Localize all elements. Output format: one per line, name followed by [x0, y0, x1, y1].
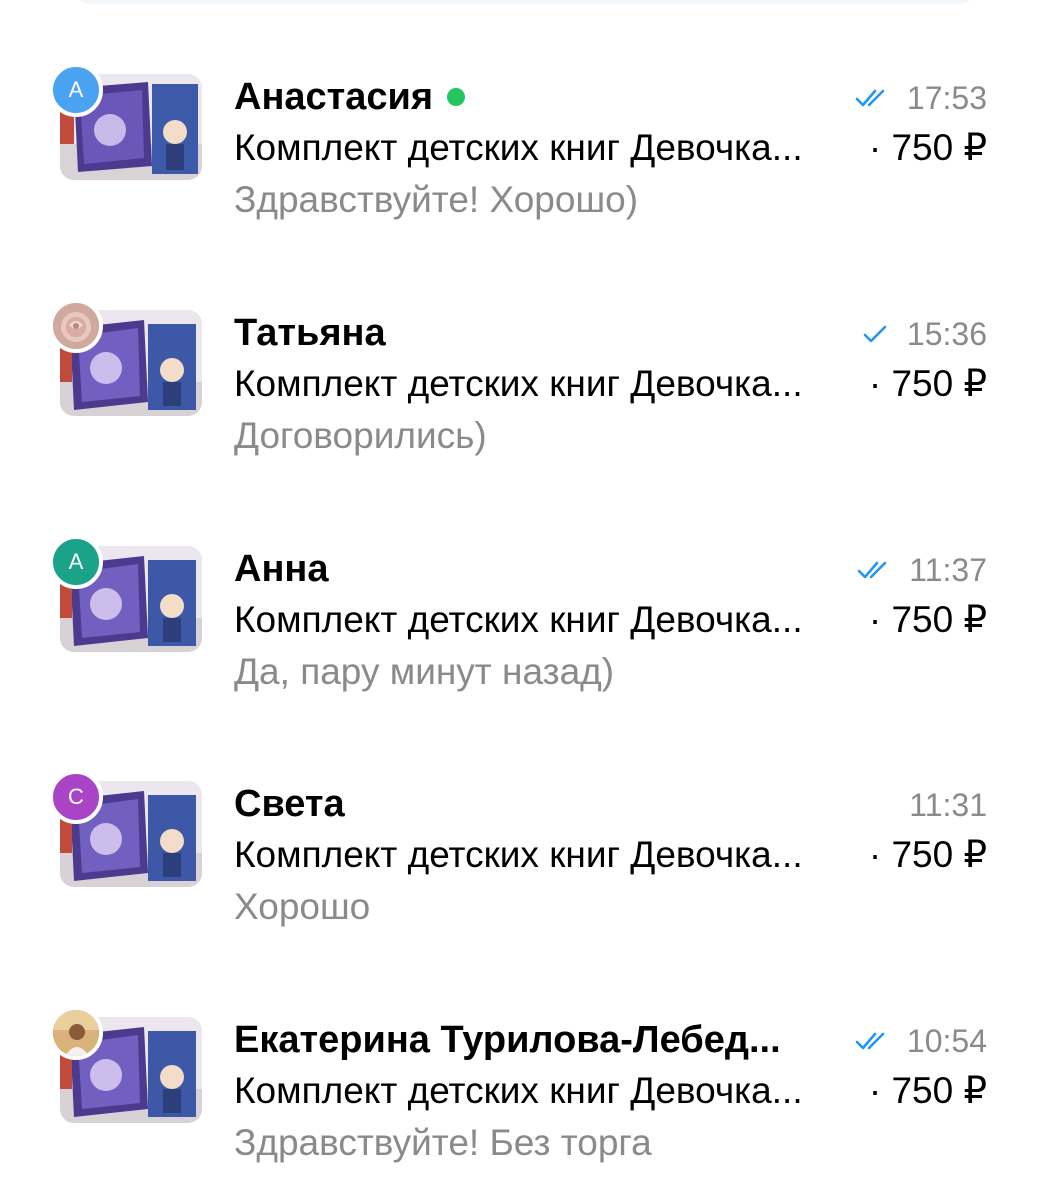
chat-item[interactable]: А Анна 11:37 Комплект детских книг Девоч… — [0, 535, 1049, 706]
last-message: Договорились) — [234, 415, 487, 456]
product-row: Комплект детских книг Девочка... · 750 ₽ — [234, 831, 987, 879]
message-meta: 11:37 — [857, 550, 987, 590]
chat-item[interactable]: С Света 11:31 Комплект детских книг Дево… — [0, 770, 1049, 941]
message-time: 11:37 — [909, 552, 987, 588]
chat-item[interactable]: Екатерина Турилова-Лебед... 10:54 Компле… — [0, 1006, 1049, 1177]
avatar: А — [49, 63, 103, 117]
product-row: Комплект детских книг Девочка... · 750 ₽ — [234, 1067, 987, 1115]
product-row: Комплект детских книг Девочка... · 750 ₽ — [234, 360, 987, 408]
last-message: Хорошо — [234, 886, 371, 927]
chat-item[interactable]: Татьяна 15:36 Комплект детских книг Дево… — [0, 299, 1049, 470]
message-time: 10:54 — [906, 1023, 987, 1059]
product-price: · 750 ₽ — [868, 363, 987, 404]
product-title: Комплект детских книг Девочка... — [234, 1070, 803, 1111]
rose-photo-icon — [53, 303, 99, 349]
message-meta: 15:36 — [863, 314, 987, 354]
message-time: 17:53 — [906, 80, 987, 116]
contact-name-text: Анастасия — [234, 76, 434, 118]
contact-name: Анна — [234, 546, 328, 592]
double-check-icon — [855, 1031, 889, 1051]
product-title: Комплект детских книг Девочка... — [234, 363, 803, 404]
product-row: Комплект детских книг Девочка... · 750 ₽ — [234, 596, 987, 644]
contact-name: Татьяна — [234, 310, 386, 356]
message-meta: 10:54 — [855, 1021, 987, 1061]
avatar — [49, 299, 103, 353]
chat-item[interactable]: А Анастасия 17:53 Комплект детских книг … — [0, 63, 1049, 234]
last-message: Здравствуйте! Без торга — [234, 1122, 652, 1163]
user-photo-icon — [53, 1010, 99, 1056]
product-row: Комплект детских книг Девочка... · 750 ₽ — [234, 124, 987, 172]
last-message: Здравствуйте! Хорошо) — [234, 179, 639, 220]
product-price: · 750 ₽ — [868, 1070, 987, 1111]
avatar — [49, 1006, 103, 1060]
double-check-icon — [855, 88, 889, 108]
message-meta: 17:53 — [855, 78, 987, 118]
single-check-icon — [863, 324, 889, 344]
contact-name-text: Екатерина Турилова-Лебед... — [234, 1019, 781, 1061]
product-price: · 750 ₽ — [868, 834, 987, 875]
product-price: · 750 ₽ — [868, 127, 987, 168]
product-price: · 750 ₽ — [868, 599, 987, 640]
message-time: 15:36 — [906, 316, 987, 352]
contact-name-text: Анна — [234, 548, 329, 590]
product-title: Комплект детских книг Девочка... — [234, 834, 803, 875]
avatar: А — [49, 535, 103, 589]
double-check-icon — [857, 560, 891, 580]
chat-list: А Анастасия 17:53 Комплект детских книг … — [0, 0, 1049, 1200]
contact-name: Екатерина Турилова-Лебед... — [234, 1017, 781, 1063]
avatar: С — [49, 770, 103, 824]
product-title: Комплект детских книг Девочка... — [234, 127, 803, 168]
contact-name-text: Татьяна — [234, 312, 386, 354]
contact-name: Света — [234, 781, 345, 827]
message-time: 11:31 — [909, 787, 987, 823]
product-title: Комплект детских книг Девочка... — [234, 599, 803, 640]
message-meta: 11:31 — [909, 785, 987, 825]
contact-name-text: Света — [234, 783, 345, 825]
online-indicator-icon — [447, 88, 466, 106]
contact-name: Анастасия — [234, 74, 466, 120]
last-message: Да, пару минут назад) — [234, 651, 615, 692]
